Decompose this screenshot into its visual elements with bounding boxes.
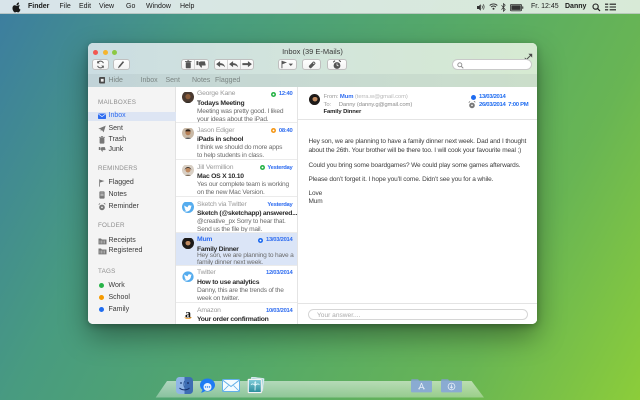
svg-text:a: a [185,308,191,319]
